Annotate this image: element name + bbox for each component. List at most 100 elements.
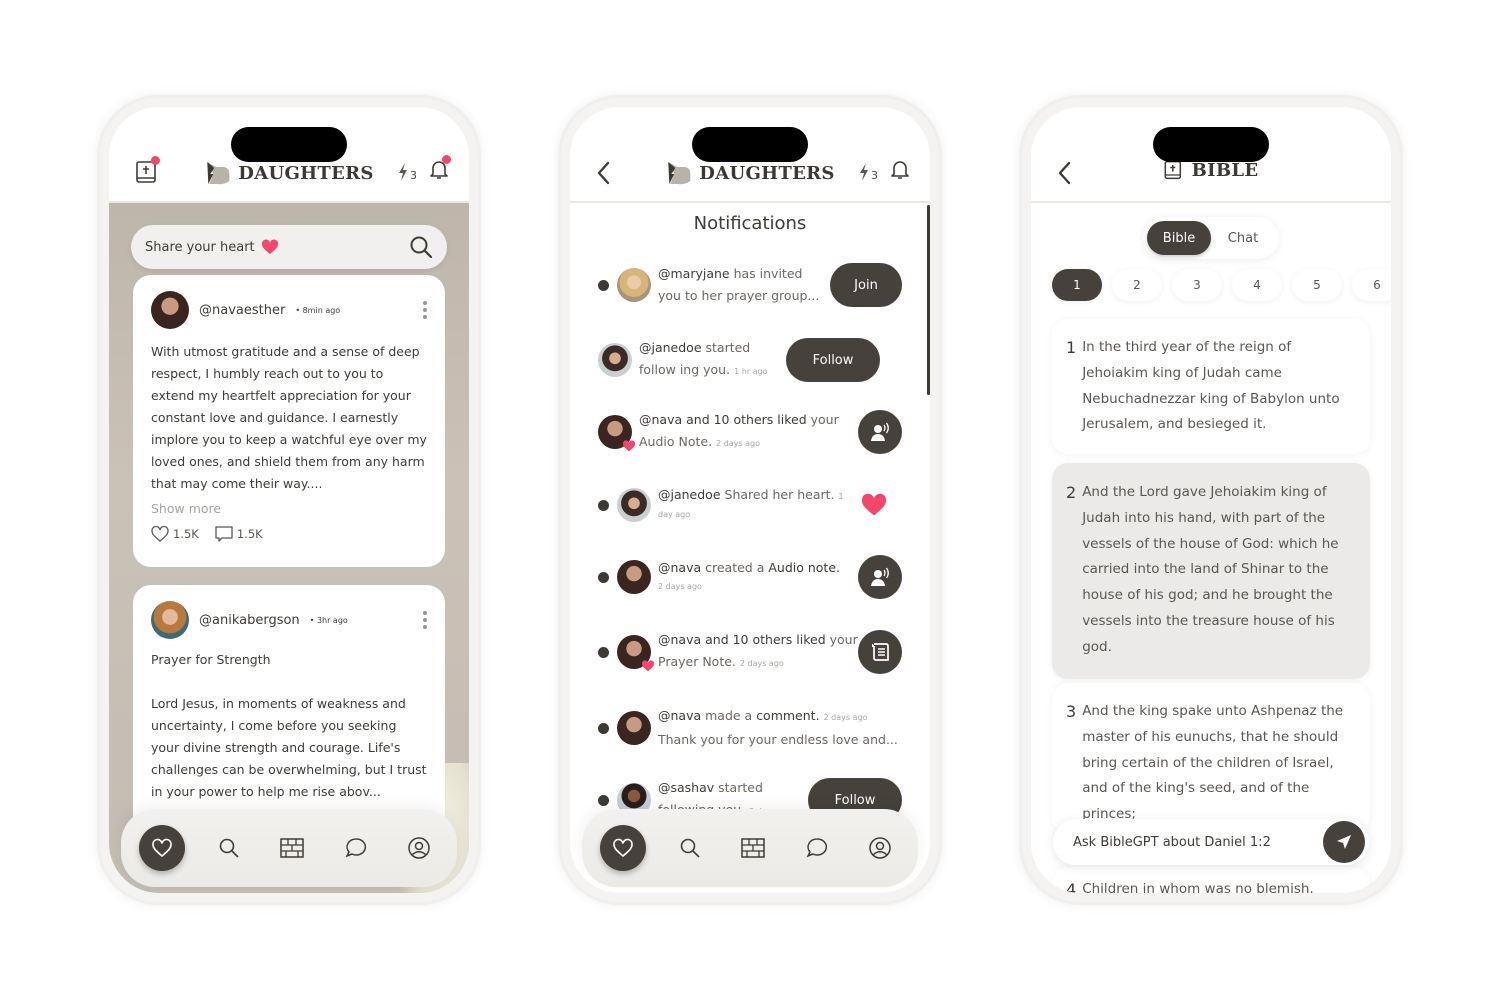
post-card[interactable]: @navaesther • 8min ago With utmost grati… [133, 275, 445, 567]
like-count: 1.5K [173, 527, 199, 541]
chapter-button[interactable]: 6 [1352, 269, 1391, 301]
notifications-button[interactable] [890, 159, 910, 185]
chapter-button[interactable]: 4 [1232, 269, 1282, 301]
search-icon [219, 838, 239, 858]
ask-biblegpt-input[interactable]: Ask BibleGPT about Daniel 1:2 [1053, 819, 1369, 865]
daughters-logo-icon [207, 162, 230, 185]
notification-user: @nava and 10 others liked [658, 632, 826, 647]
streak-counter[interactable]: 3 [858, 162, 878, 182]
nav-chat-button[interactable] [336, 828, 376, 868]
daughters-logo-icon [668, 162, 691, 185]
brand: DAUGHTERS [204, 159, 373, 187]
notification-item[interactable]: @nava and 10 others liked your Audio Not… [598, 409, 902, 455]
comment-button[interactable]: 1.5K [215, 526, 263, 542]
nav-chat-button[interactable] [797, 828, 837, 868]
notification-user: @sashav [658, 780, 715, 795]
notification-user: @janedoe [658, 487, 721, 502]
nav-home-button[interactable] [600, 825, 646, 871]
tab-chat[interactable]: Chat [1211, 221, 1275, 255]
notification-item[interactable]: @nava and 10 others liked your Prayer No… [598, 629, 902, 675]
notification-item[interactable]: @nava made a comment. 2 days ago Thank yo… [598, 705, 902, 751]
chapter-button[interactable]: 1 [1052, 269, 1102, 301]
notifications-badge-dot [442, 155, 451, 164]
header-actions: 3 [397, 155, 451, 185]
bottom-nav [121, 809, 457, 887]
avatar [617, 711, 651, 745]
more-options-icon[interactable] [423, 301, 427, 319]
notification-user: @maryjane [658, 266, 730, 281]
verse-number: 3 [1066, 702, 1077, 721]
avatar [617, 635, 655, 672]
bible-chat-toggle: Bible Chat [1143, 217, 1279, 259]
chapter-button[interactable]: 3 [1172, 269, 1222, 301]
back-button[interactable] [596, 161, 622, 189]
verse-card[interactable]: 1 In the third year of the reign of Jeho… [1052, 319, 1370, 455]
back-button[interactable] [1057, 161, 1083, 189]
verse-text: And the king spake unto Ashpenaz the mas… [1082, 703, 1344, 823]
lightning-icon [860, 163, 868, 181]
audio-note-button[interactable] [858, 410, 902, 454]
streak-counter[interactable]: 3 [397, 162, 417, 182]
back-chevron-icon [1058, 161, 1071, 185]
like-button[interactable]: 1.5K [151, 526, 199, 542]
audio-note-button[interactable] [858, 555, 902, 599]
avatar [617, 488, 651, 522]
search-icon[interactable] [409, 235, 433, 259]
tab-bible[interactable]: Bible [1147, 221, 1211, 255]
ask-biblegpt-placeholder: Ask BibleGPT about Daniel 1:2 [1073, 834, 1271, 850]
avatar[interactable] [151, 601, 189, 639]
verse-number: 2 [1066, 483, 1077, 502]
join-button[interactable]: Join [830, 263, 902, 307]
prayer-note-button[interactable] [858, 630, 902, 674]
notification-text: made a [701, 708, 757, 723]
show-more-link[interactable]: Show more [151, 501, 427, 516]
brand: DAUGHTERS [665, 159, 834, 187]
brand-name: DAUGHTERS [699, 162, 835, 184]
bell-icon [891, 161, 909, 179]
avatar[interactable] [151, 291, 189, 329]
heart-nav-icon [613, 838, 633, 858]
dynamic-island [1153, 127, 1269, 162]
send-button[interactable] [1323, 821, 1365, 863]
brand-name: DAUGHTERS [238, 162, 374, 184]
streak-count: 3 [871, 169, 878, 182]
verse-card[interactable]: 4 Children in whom was no blemish, [1052, 867, 1370, 893]
notification-item[interactable]: @nava created a Audio note. 2 days ago [598, 555, 902, 599]
lightning-icon [399, 163, 407, 181]
notification-time: 2 days ago [716, 439, 760, 448]
bible-button[interactable] [135, 156, 161, 187]
follow-button[interactable]: Follow [786, 338, 880, 382]
verse-card-highlighted[interactable]: 2 And the Lord gave Jehoiakim king of Ju… [1052, 463, 1370, 679]
avatar [617, 560, 651, 594]
header-actions: 3 [858, 159, 910, 185]
share-heart-input[interactable]: Share your heart [131, 225, 447, 269]
nav-search-button[interactable] [670, 828, 710, 868]
post-time: 3hr ago [316, 615, 348, 625]
chat-bubble-icon [344, 838, 366, 858]
heart-icon[interactable] [860, 493, 888, 517]
page-title: BIBLE [1191, 159, 1259, 181]
avatar [598, 343, 632, 377]
nav-profile-button[interactable] [860, 828, 900, 868]
notification-item[interactable]: @janedoe started follow ing you. 1 hr ag… [598, 337, 902, 383]
nav-wall-button[interactable] [272, 828, 312, 868]
profile-icon [869, 837, 891, 859]
heart-nav-icon [152, 838, 172, 858]
notifications-button[interactable] [429, 155, 451, 185]
nav-profile-button[interactable] [399, 828, 439, 868]
post-username[interactable]: @anikabergson [199, 613, 300, 628]
more-options-icon[interactable] [423, 611, 427, 629]
chapter-button[interactable]: 2 [1112, 269, 1162, 301]
post-username[interactable]: @navaesther [199, 303, 285, 318]
heart-icon [261, 239, 278, 254]
send-arrow-icon [1337, 835, 1351, 849]
verse-card[interactable]: 3 And the king spake unto Ashpenaz the m… [1052, 683, 1370, 833]
notification-item[interactable]: @janedoe Shared her heart. 1 day ago [598, 487, 902, 523]
notification-item[interactable]: @maryjane has invited you to her prayer … [598, 263, 902, 307]
nav-search-button[interactable] [209, 828, 249, 868]
nav-home-button[interactable] [139, 825, 185, 871]
nav-wall-button[interactable] [733, 828, 773, 868]
avatar [598, 415, 636, 452]
chapter-button[interactable]: 5 [1292, 269, 1342, 301]
notification-user: @janedoe [639, 340, 702, 355]
